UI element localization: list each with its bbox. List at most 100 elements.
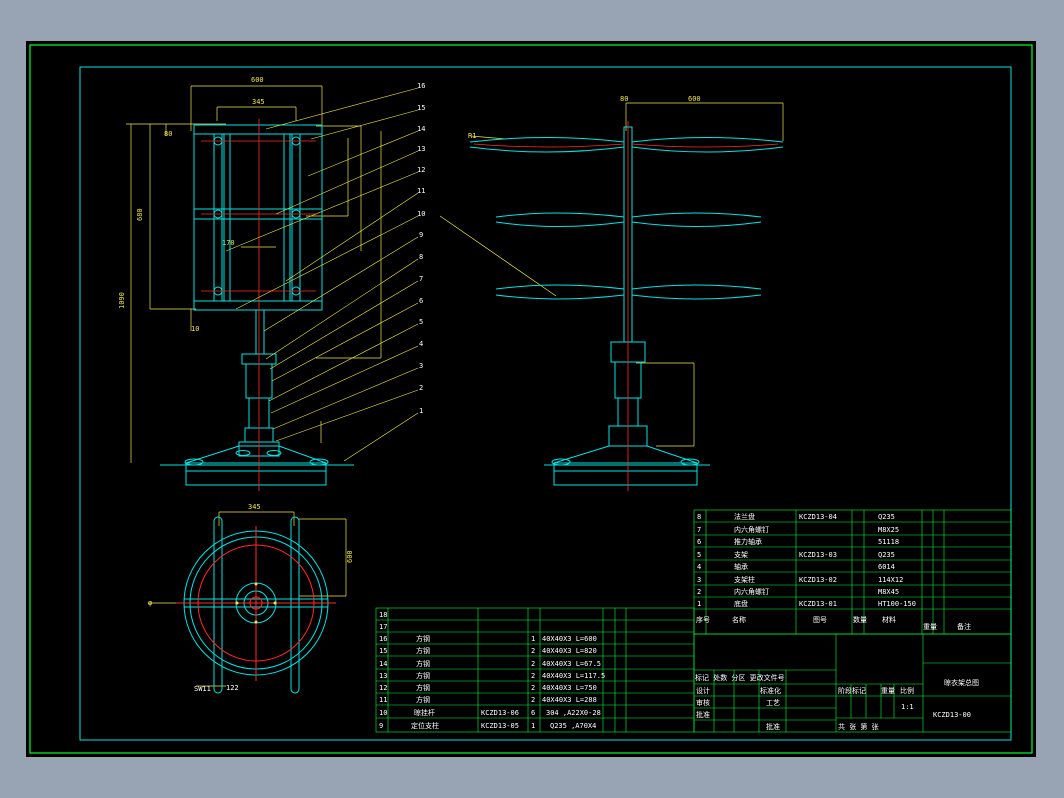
bom-no: 4 <box>697 563 701 571</box>
bom-no: 13 <box>379 672 387 680</box>
bom-header-qty: 数量 <box>853 615 867 624</box>
tb-weight: 重量 <box>881 687 895 695</box>
bom-material: 6014 <box>878 563 895 571</box>
bom-qty: 6 <box>531 709 535 717</box>
bom-name: 内六角螺钉 <box>734 587 769 596</box>
bom-qty: 2 <box>531 647 535 655</box>
dim-inner-width: 345 <box>252 98 265 106</box>
tb-ratio: 比例 <box>900 686 914 695</box>
bom-name: 晾挂杆 <box>414 708 435 717</box>
bom-header-no: 序号 <box>696 615 710 624</box>
bom-name: 轴承 <box>734 562 748 571</box>
bom-no: 15 <box>379 647 387 655</box>
bom-no: 11 <box>379 696 387 704</box>
bom-header-remark: 备注 <box>957 622 971 631</box>
bom-no: 9 <box>379 722 383 730</box>
callout-7: 7 <box>419 275 423 283</box>
bom-no: 1 <box>697 600 701 608</box>
bom-no: 14 <box>379 660 387 668</box>
callout-8: 8 <box>419 253 423 261</box>
tb-approve-2: 批准 <box>766 722 780 731</box>
bom-spec: 40X40X3 L=820 <box>542 647 597 655</box>
bom-no: 3 <box>697 576 701 584</box>
bom-no: 16 <box>379 635 387 643</box>
tb-drawing-name: 晾衣架总图 <box>944 678 979 687</box>
plan-dim-left: φ <box>148 599 152 607</box>
bom-name: 内六角螺钉 <box>734 525 769 534</box>
tb-standardize: 标准化 <box>760 686 781 695</box>
callout-numbers: 16 15 14 13 12 11 10 9 8 7 6 5 4 3 2 1 <box>417 82 425 415</box>
bom-name: 法兰盘 <box>734 512 755 521</box>
callout-6: 6 <box>419 297 423 305</box>
bom-name: 支架 <box>734 550 748 559</box>
bom-no: 18 <box>379 611 387 619</box>
tb-revision: 标记 处数 分区 更改文件号 <box>695 673 785 682</box>
bom-qty: 2 <box>531 672 535 680</box>
bom-name: 方钢 <box>416 634 430 643</box>
callout-15: 15 <box>417 104 425 112</box>
dim-height-total: 1090 <box>118 292 126 309</box>
bom-name: 方钢 <box>416 659 430 668</box>
bom-material: M8X25 <box>878 526 899 534</box>
callout-9: 9 <box>419 231 423 239</box>
bom-code: KCZD13-04 <box>799 513 837 521</box>
bom-header-code: 图号 <box>813 616 827 624</box>
bom-material: Q235 <box>878 551 895 559</box>
callout-11: 11 <box>417 187 425 195</box>
callout-3: 3 <box>419 362 423 370</box>
bom-code: KCZD13-01 <box>799 600 837 608</box>
bom-no: 12 <box>379 684 387 692</box>
bom-no: 10 <box>379 709 387 717</box>
bom-upper-rows: 8 法兰盘 KCZD13-04 Q235 7 内六角螺钉 M8X25 6 推力轴… <box>696 512 971 631</box>
callout-16: 16 <box>417 82 425 90</box>
bom-name: 定位支柱 <box>411 721 439 730</box>
bom-spec: 304 ,A22X0-28 <box>546 709 601 717</box>
plan-view: 345 600 φ SW11 122 <box>148 503 354 694</box>
callout-12: 12 <box>417 166 425 174</box>
bom-name: 推力轴承 <box>734 537 762 546</box>
tb-check: 审核 <box>696 698 710 707</box>
bom-code: KCZD13-06 <box>481 709 519 717</box>
bom-material: 114X12 <box>878 576 903 584</box>
bom-no: 2 <box>697 588 701 596</box>
tb-sheets: 共 张 第 张 <box>838 722 879 731</box>
plan-dim-side: 600 <box>346 550 354 563</box>
plan-angle: 122 <box>226 684 239 692</box>
bom-spec: 40X40X3 L=750 <box>542 684 597 692</box>
callout-5: 5 <box>419 318 423 326</box>
plan-dim-width: 345 <box>248 503 261 511</box>
callout-4: 4 <box>419 340 423 348</box>
bom-name: 方钢 <box>416 671 430 680</box>
side-dim-r: R1 <box>468 132 476 140</box>
side-view: 600 80 R1 <box>439 95 784 491</box>
bom-spec: 40X40X3 L=288 <box>542 696 597 704</box>
bom-name: 方钢 <box>416 646 430 655</box>
bom-spec: Q235 ,A70X4 <box>550 722 596 730</box>
bom-spec: 40X40X3 L=600 <box>542 635 597 643</box>
bom-material: Q235 <box>878 513 895 521</box>
tb-scale: 1:1 <box>901 703 914 711</box>
tb-design: 设计 <box>696 686 710 695</box>
bom-material: HT100-150 <box>878 600 916 608</box>
bom-no: 8 <box>697 513 701 521</box>
bom-no: 17 <box>379 623 387 631</box>
tb-process: 工艺 <box>766 699 780 707</box>
bom-lower-rows: 18 17 16 方钢 1 40X40X3 L=600 15 方钢 2 40X4… <box>379 611 605 730</box>
bom-qty: 2 <box>531 660 535 668</box>
front-view: 600 345 80 170 680 1090 10 16 15 14 13 1… <box>118 76 425 491</box>
drawing-sheet: 600 345 80 170 680 1090 10 16 15 14 13 1… <box>26 41 1036 757</box>
dim-d1: 80 <box>164 130 172 138</box>
bom-code: KCZD13-05 <box>481 722 519 730</box>
bom-spec: 40X40X3 L=117.5 <box>542 672 605 680</box>
bom-no: 7 <box>697 526 701 534</box>
bom-header-name: 名称 <box>732 615 746 624</box>
dim-height-main: 680 <box>136 208 144 221</box>
bom-code: KCZD13-02 <box>799 576 837 584</box>
bom-no: 5 <box>697 551 701 559</box>
bom-name: 底盘 <box>734 599 748 608</box>
side-dim-width: 600 <box>688 95 701 103</box>
tb-stage: 阶段标记 <box>838 686 866 695</box>
bom-qty: 2 <box>531 696 535 704</box>
bom-no: 6 <box>697 538 701 546</box>
bom-qty: 1 <box>531 635 535 643</box>
